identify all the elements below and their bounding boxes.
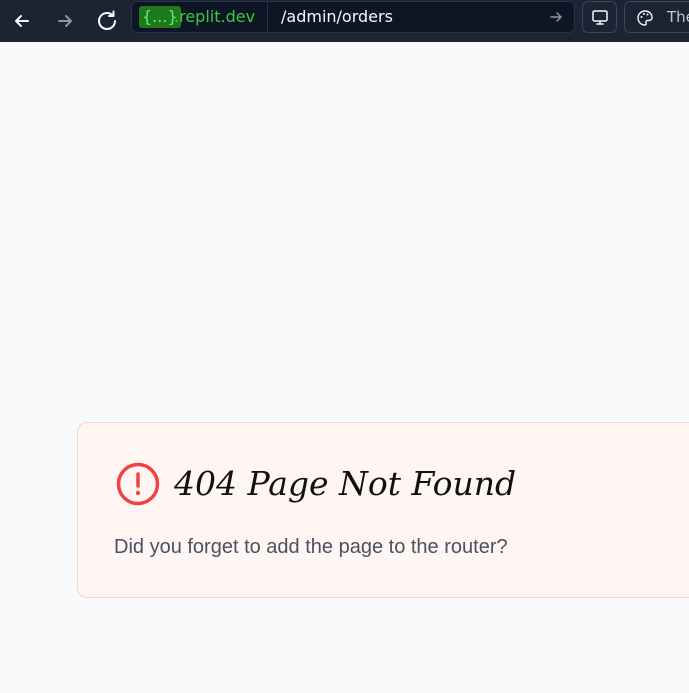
error-title: 404 Page Not Found xyxy=(174,464,517,503)
arrow-left-icon xyxy=(15,15,29,27)
palette-icon xyxy=(637,10,653,26)
devices-button[interactable] xyxy=(582,1,617,33)
monitor-icon xyxy=(591,10,608,25)
arrow-right-icon xyxy=(58,15,72,27)
browser-toolbar: {...} .replit.dev /admin/orders Theme xyxy=(0,0,689,42)
back-button[interactable] xyxy=(6,5,38,37)
url-divider xyxy=(267,2,268,32)
address-bar[interactable]: {...} .replit.dev /admin/orders xyxy=(131,1,575,33)
error-message: Did you forget to add the page to the ro… xyxy=(114,536,508,558)
forward-button[interactable] xyxy=(49,5,81,37)
not-found-card: 404 Page Not Found Did you forget to add… xyxy=(77,422,689,598)
reload-icon xyxy=(98,10,116,30)
arrow-right-icon[interactable] xyxy=(548,9,564,25)
alert-circle-icon xyxy=(116,462,160,506)
url-path-input[interactable]: /admin/orders xyxy=(281,6,393,28)
reload-button[interactable] xyxy=(91,5,123,37)
domain-suffix: .replit.dev xyxy=(174,7,256,26)
theme-button[interactable]: Theme xyxy=(624,1,689,33)
theme-label: Theme xyxy=(667,8,689,26)
